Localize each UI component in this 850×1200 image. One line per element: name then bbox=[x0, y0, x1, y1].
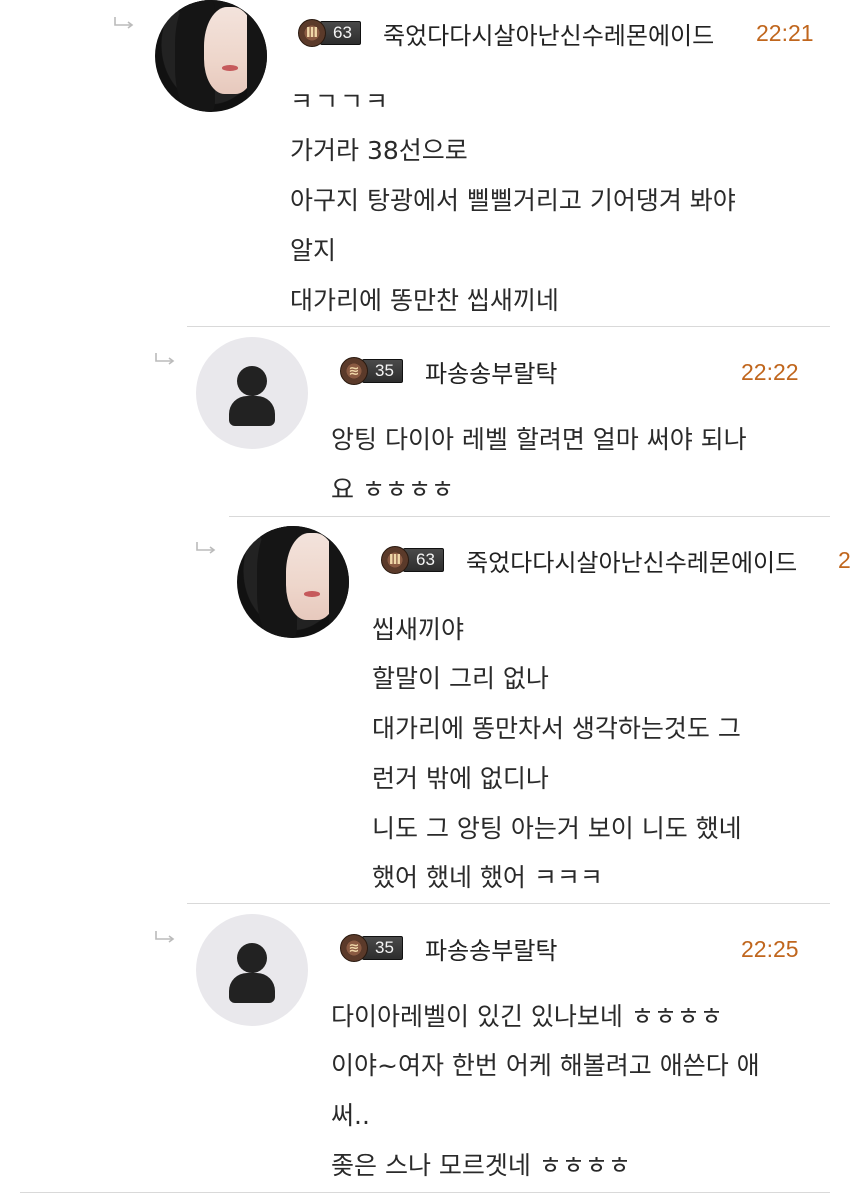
reply-arrow-icon bbox=[196, 542, 216, 554]
comment-time: 22:25 bbox=[741, 936, 799, 962]
divider bbox=[20, 1192, 830, 1193]
author-name[interactable]: 죽었다다시살아난신수레몬에이드 bbox=[466, 543, 797, 578]
author-name[interactable]: 죽었다다시살아난신수레몬에이드 bbox=[383, 16, 714, 51]
comment-time: 22:22 bbox=[741, 359, 799, 385]
divider bbox=[229, 516, 830, 517]
author-name[interactable]: 파송송부랄탁 bbox=[425, 354, 557, 389]
rank-emblem-icon: ≋ bbox=[340, 357, 368, 385]
comment-line: 좆은 스나 모르겟네 ㅎㅎㅎㅎ bbox=[331, 1151, 631, 1180]
rank-emblem-icon: ≋ bbox=[340, 934, 368, 962]
reply-arrow-icon bbox=[155, 353, 175, 365]
avatar[interactable] bbox=[196, 914, 308, 1026]
comment-line: 니도 그 앙팅 아는거 보이 니도 했네 bbox=[372, 814, 742, 843]
comment-line: 할말이 그리 없나 bbox=[372, 664, 549, 693]
comment-line: 이야~여자 한번 어케 해볼려고 애쓴다 애 bbox=[331, 1051, 760, 1080]
reply-arrow-icon bbox=[114, 17, 134, 29]
comment-time: 2 bbox=[838, 547, 850, 573]
default-user-icon bbox=[237, 943, 267, 974]
divider bbox=[187, 903, 830, 904]
rank-emblem-icon: Ⅲ bbox=[298, 19, 326, 47]
level-badge: ≋ 35 bbox=[340, 357, 403, 385]
comment-line: 알지 bbox=[290, 236, 337, 265]
reply-arrow-icon bbox=[155, 931, 175, 943]
comment-line: 씹새끼야 bbox=[372, 615, 465, 644]
rank-emblem-icon: Ⅲ bbox=[381, 546, 409, 574]
level-badge: Ⅲ 63 bbox=[381, 546, 444, 574]
comment-line: 했어 했네 했어 ㅋㅋㅋ bbox=[372, 863, 603, 892]
comment-line: 대가리에 똥만찬 씹새끼네 bbox=[290, 286, 559, 315]
comment-line: 대가리에 똥만차서 생각하는것도 그 bbox=[372, 714, 741, 743]
comment-line: 앙팅 다이아 레벨 할려면 얼마 써야 되나 bbox=[331, 425, 747, 454]
comment-line: 다이아레벨이 있긴 있나보네 ㅎㅎㅎㅎ bbox=[331, 1002, 723, 1031]
comment-line: 요 ㅎㅎㅎㅎ bbox=[331, 475, 454, 504]
comment-line: 런거 밖에 없디나 bbox=[372, 764, 549, 793]
avatar[interactable] bbox=[155, 0, 267, 112]
comment-line: 아구지 탕광에서 삘삘거리고 기어댕겨 봐야 bbox=[290, 186, 736, 215]
author-name[interactable]: 파송송부랄탁 bbox=[425, 931, 557, 966]
comment-line: 써.. bbox=[331, 1101, 370, 1130]
level-badge: ≋ 35 bbox=[340, 934, 403, 962]
default-user-icon bbox=[237, 366, 267, 397]
divider bbox=[187, 326, 830, 327]
avatar[interactable] bbox=[237, 526, 349, 638]
comment-time: 22:21 bbox=[756, 20, 814, 46]
level-badge: Ⅲ 63 bbox=[298, 19, 361, 47]
avatar[interactable] bbox=[196, 337, 308, 449]
comment-line: 가거라 38선으로 bbox=[290, 136, 468, 165]
comment-line: ㅋㄱㄱㅋ bbox=[290, 87, 391, 116]
